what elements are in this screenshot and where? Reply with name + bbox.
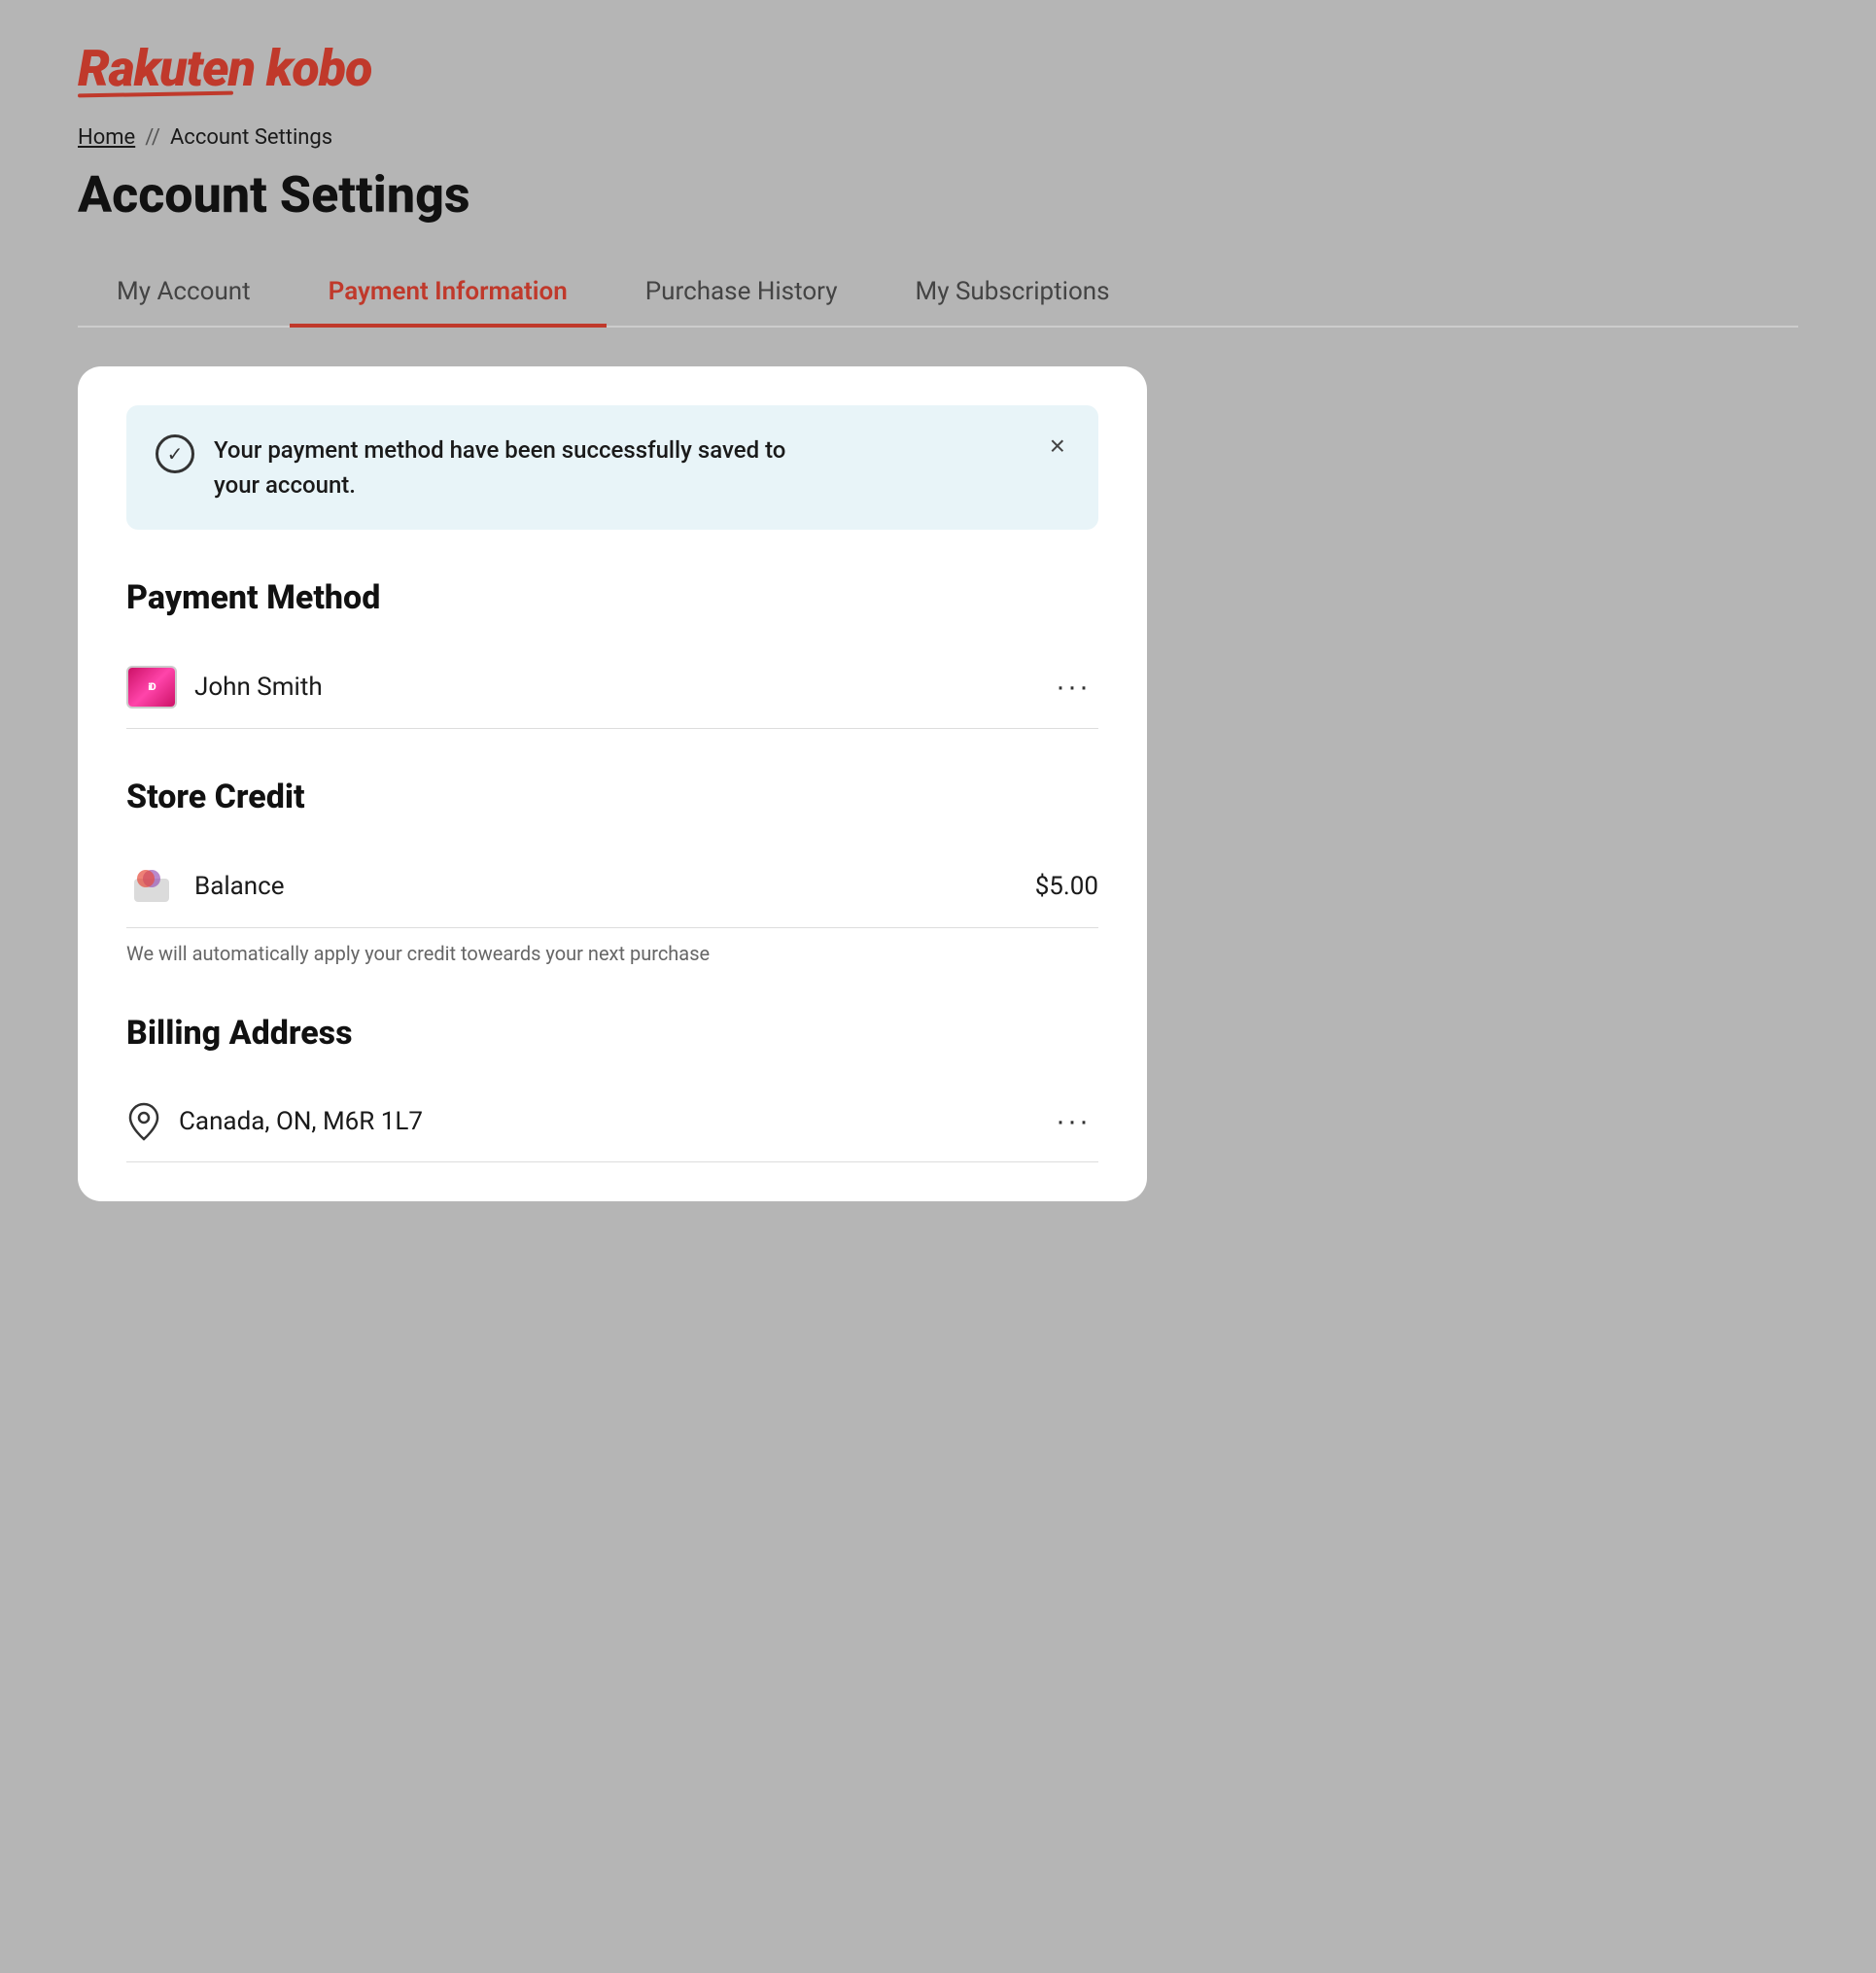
location-icon xyxy=(126,1104,161,1139)
breadcrumb-current: Account Settings xyxy=(170,125,332,150)
success-banner-left: ✓ Your payment method have been successf… xyxy=(156,433,816,502)
address-row-left: Canada, ON, M6R 1L7 xyxy=(126,1104,423,1139)
payment-more-button[interactable]: ··· xyxy=(1048,667,1098,708)
balance-row-left: Balance xyxy=(126,865,285,908)
breadcrumb: Home // Account Settings xyxy=(78,125,1798,150)
address-row: Canada, ON, M6R 1L7 ··· xyxy=(126,1082,1098,1162)
ideal-logo: iD xyxy=(128,668,175,707)
tab-purchase-history[interactable]: Purchase History xyxy=(607,260,877,328)
balance-label: Balance xyxy=(194,872,285,901)
store-credit-title: Store Credit xyxy=(126,778,1098,816)
tab-my-subscriptions[interactable]: My Subscriptions xyxy=(877,260,1149,328)
ideal-payment-icon: iD xyxy=(126,666,177,709)
success-check-icon: ✓ xyxy=(156,434,194,473)
balance-row: Balance $5.00 xyxy=(126,846,1098,928)
payment-method-section: Payment Method iD John Smith ··· xyxy=(126,578,1098,729)
tabs-container: My Account Payment Information Purchase … xyxy=(78,260,1798,328)
balance-amount: $5.00 xyxy=(1035,872,1098,901)
breadcrumb-home-link[interactable]: Home xyxy=(78,125,135,150)
credit-note: We will automatically apply your credit … xyxy=(126,942,1098,965)
close-banner-button[interactable]: × xyxy=(1046,433,1069,460)
content-card: ✓ Your payment method have been successf… xyxy=(78,366,1147,1201)
checkmark: ✓ xyxy=(167,444,184,464)
billing-address-section: Billing Address Canada, ON, M6R 1L7 ··· xyxy=(126,1014,1098,1162)
payment-method-title: Payment Method xyxy=(126,578,1098,617)
logo-text[interactable]: Rakuten kobo xyxy=(78,39,1798,98)
payment-row: iD John Smith ··· xyxy=(126,646,1098,729)
store-credit-icon xyxy=(126,865,177,908)
payment-name: John Smith xyxy=(194,673,323,702)
success-message: Your payment method have been successful… xyxy=(214,433,816,502)
page-title: Account Settings xyxy=(78,165,1798,225)
address-more-button[interactable]: ··· xyxy=(1048,1101,1098,1142)
billing-address: Canada, ON, M6R 1L7 xyxy=(179,1107,423,1136)
success-banner: ✓ Your payment method have been successf… xyxy=(126,405,1098,530)
payment-row-left: iD John Smith xyxy=(126,666,323,709)
billing-address-title: Billing Address xyxy=(126,1014,1098,1053)
logo: Rakuten kobo xyxy=(78,39,1798,96)
store-credit-section: Store Credit Balance $5.00 We will autom… xyxy=(126,778,1098,965)
tab-my-account[interactable]: My Account xyxy=(78,260,290,328)
breadcrumb-separator: // xyxy=(145,125,160,150)
tab-payment-information[interactable]: Payment Information xyxy=(290,260,607,328)
